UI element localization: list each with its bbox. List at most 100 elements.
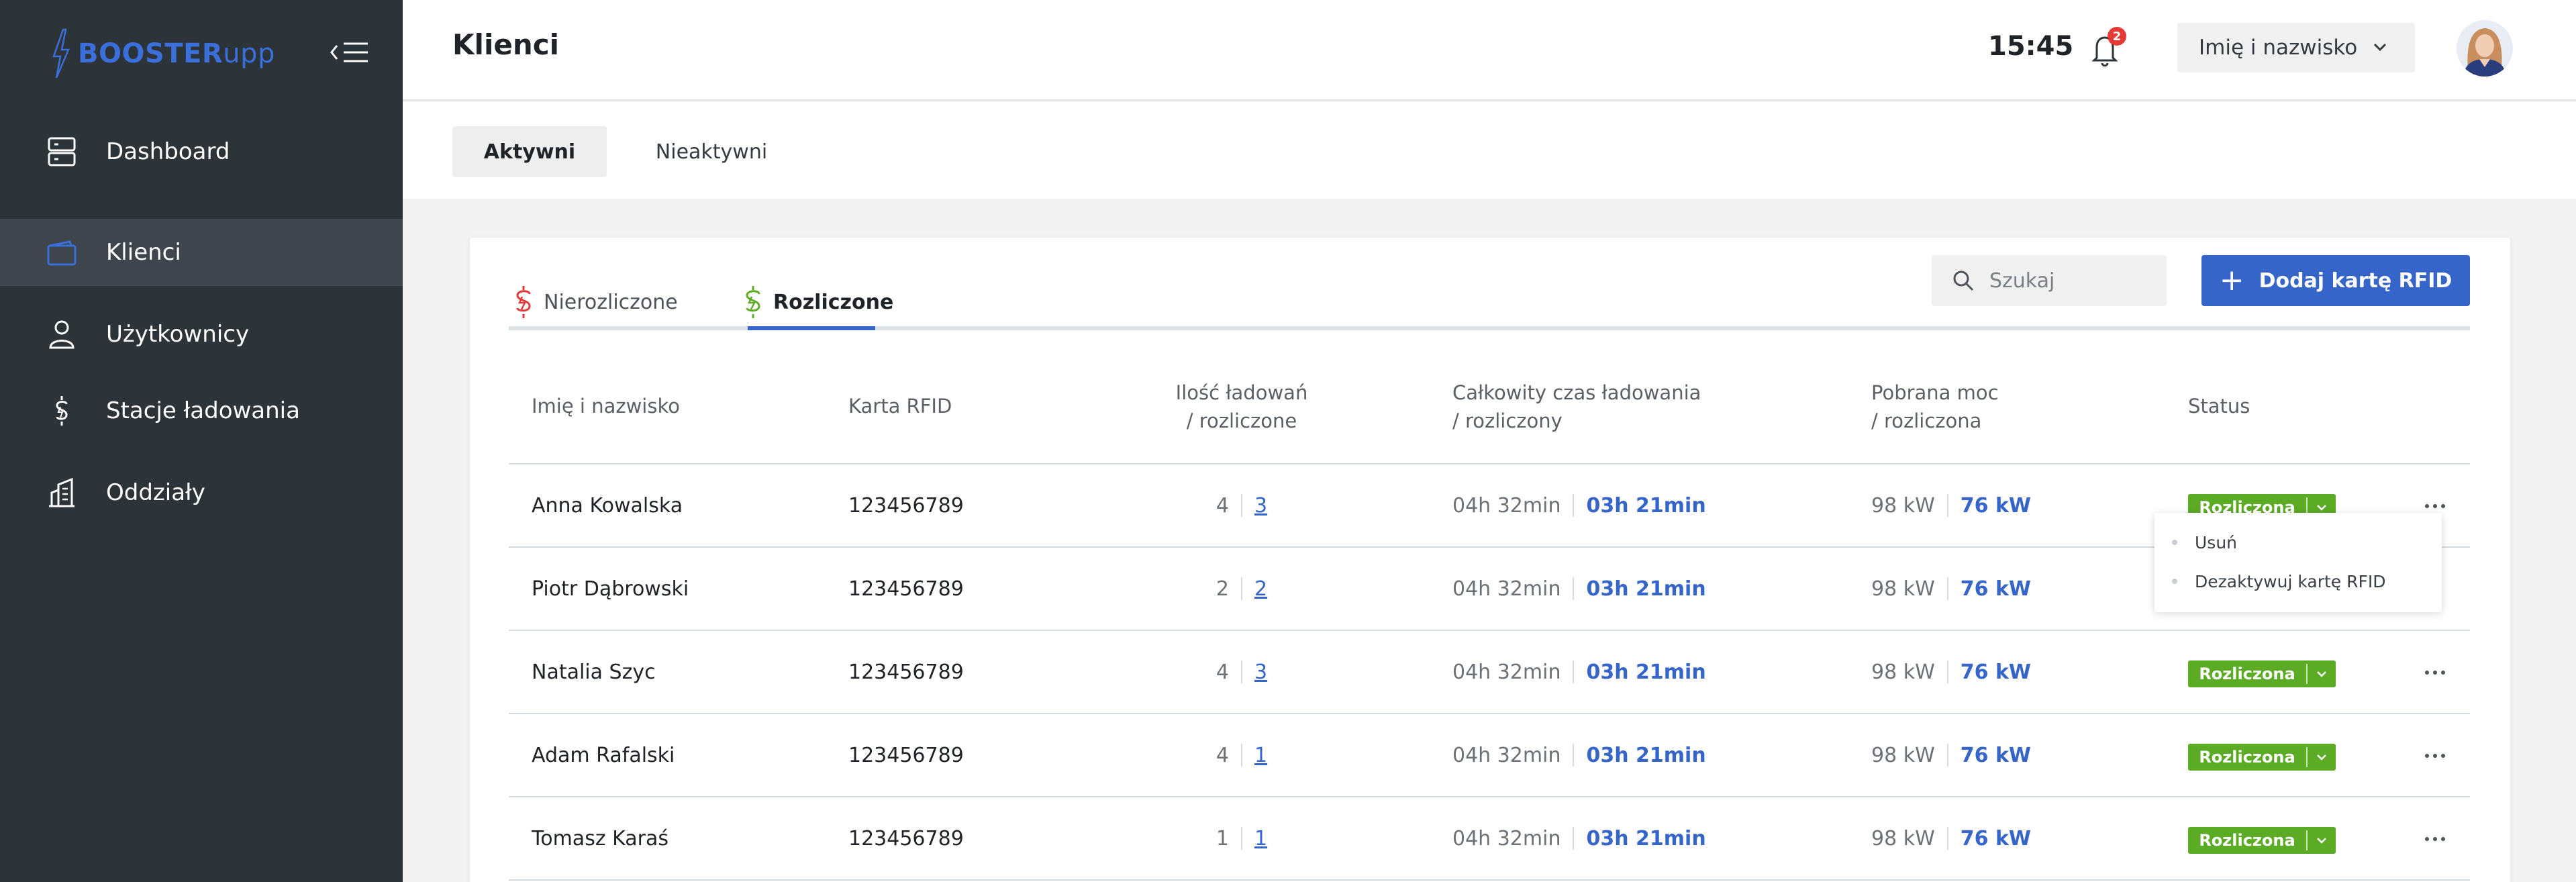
more-dot-icon (2433, 837, 2437, 841)
menu-item-label: Dezaktywuj kartę RFID (2195, 571, 2386, 591)
settled-money-icon (746, 286, 760, 318)
value-separator (1241, 494, 1242, 517)
menu-item-label: Usuń (2195, 532, 2238, 552)
value-separator (1573, 494, 1575, 517)
status-dropdown[interactable]: Rozliczona (2188, 660, 2336, 687)
user-select[interactable]: Imię i nazwisko (2177, 23, 2415, 72)
settled-charges-link[interactable]: 1 (1254, 744, 1267, 767)
status-dropdown[interactable]: Rozliczona (2188, 744, 2336, 771)
more-dot-icon (2441, 837, 2445, 841)
rfid-number: 123456789 (848, 743, 964, 767)
sidebar-item-klienci[interactable]: Klienci (0, 219, 403, 286)
sidebar-item-stacje[interactable]: Stacje ładowania (0, 377, 403, 444)
user-avatar-image (2457, 20, 2513, 77)
app-logo[interactable]: BOOSTERupp (48, 27, 275, 81)
more-dot-icon (2425, 754, 2429, 758)
search-input[interactable] (1989, 268, 2150, 293)
column-header-power: Pobrana moc / rozliczona (1871, 379, 1999, 435)
unsettled-money-icon (516, 286, 531, 318)
table-row[interactable]: Natalia Szyc 123456789 43 04h 32min 03h 2… (509, 631, 2470, 714)
wallet-icon (46, 236, 78, 268)
tab-nierozliczone[interactable]: Nierozliczone (511, 277, 678, 328)
more-dot-icon (2425, 504, 2429, 508)
settled-time: 03h 21min (1586, 493, 1706, 518)
charges-count: 41 (1141, 714, 1342, 796)
more-dot-icon (2433, 504, 2437, 508)
sub-tab-label: Rozliczone (773, 290, 894, 314)
settled-charges-link[interactable]: 3 (1254, 494, 1267, 518)
sidebar: BOOSTERupp Dashboard Klienci Użytkownicy… (0, 0, 403, 882)
table-row[interactable]: Adam Rafalski 123456789 41 04h 32min 03h … (509, 714, 2470, 797)
total-time: 04h 32min (1452, 493, 1561, 518)
power-consumed: 98 kW 76 kW (1871, 631, 2031, 713)
sidebar-item-uzytkownicy[interactable]: Użytkownicy (0, 301, 403, 368)
sidebar-item-label: Oddziały (106, 479, 205, 506)
column-header-name: Imię i nazwisko (532, 395, 680, 418)
column-header-count: Ilość ładowań / rozliczone (1141, 379, 1342, 435)
charging-station-icon (46, 395, 78, 427)
sub-tab-label: Nierozliczone (544, 290, 678, 314)
column-header-time-line1: Całkowity czas ładowania (1452, 381, 1701, 404)
add-rfid-card-button[interactable]: + Dodaj kartę RFID (2201, 255, 2470, 306)
value-separator (1573, 827, 1575, 850)
client-name: Natalia Szyc (532, 660, 656, 684)
charges-count: 43 (1141, 464, 1342, 546)
total-time: 04h 32min (1452, 660, 1561, 684)
add-button-label: Dodaj kartę RFID (2259, 268, 2453, 293)
tab-aktywni[interactable]: Aktywni (452, 126, 607, 177)
more-dot-icon (2441, 504, 2445, 508)
menu-item-deactivate-rfid[interactable]: Dezaktywuj kartę RFID (2154, 562, 2442, 600)
user-icon (46, 318, 78, 350)
bullet-icon (2172, 540, 2177, 545)
status-dropdown[interactable]: Rozliczona (2188, 827, 2336, 854)
settled-time: 03h 21min (1586, 826, 1706, 850)
search-box[interactable] (1932, 255, 2167, 306)
total-power: 98 kW (1871, 743, 1935, 767)
more-dot-icon (2441, 671, 2445, 675)
row-more-button[interactable] (2415, 826, 2455, 852)
sidebar-item-label: Użytkownicy (106, 321, 250, 348)
rfid-number: 123456789 (848, 826, 964, 850)
row-more-button[interactable] (2415, 659, 2455, 686)
row-more-button[interactable] (2415, 742, 2455, 769)
tab-nieaktywni[interactable]: Nieaktywni (638, 126, 785, 177)
total-time: 04h 32min (1452, 577, 1561, 601)
settled-charges-link[interactable]: 3 (1254, 660, 1267, 684)
value-separator (1241, 744, 1242, 767)
settled-charges-link[interactable]: 2 (1254, 577, 1267, 601)
settled-charges-link[interactable]: 1 (1254, 827, 1267, 850)
settled-power: 76 kW (1960, 743, 2031, 767)
rfid-number: 123456789 (848, 577, 964, 601)
chevron-down-icon (2308, 834, 2336, 847)
clock: 15:45 (1988, 31, 2074, 62)
search-icon (1953, 271, 1974, 291)
column-header-count-line2: / rozliczone (1186, 409, 1297, 432)
settled-power: 76 kW (1960, 577, 2031, 601)
column-header-power-line1: Pobrana moc (1871, 381, 1999, 404)
collapse-menu-icon (330, 42, 368, 62)
settled-power: 76 kW (1960, 660, 2031, 684)
total-charges: 4 (1216, 493, 1229, 518)
collapse-sidebar-button[interactable] (329, 35, 372, 70)
value-separator (1241, 577, 1242, 600)
value-separator (1573, 577, 1575, 600)
status-label: Rozliczona (2199, 665, 2295, 683)
active-tab-indicator (748, 326, 875, 330)
avatar[interactable] (2457, 20, 2513, 77)
total-time: 04h 32min (1452, 743, 1561, 767)
value-separator (1946, 827, 1948, 850)
value-separator (1573, 744, 1575, 767)
table-row[interactable]: Tomasz Karaś 123456789 11 04h 32min 03h 2… (509, 797, 2470, 881)
logo-text: BOOSTERupp (78, 38, 275, 69)
charges-count: 22 (1141, 548, 1342, 630)
sidebar-item-oddzialy[interactable]: Oddziały (0, 459, 403, 526)
tab-rozliczone[interactable]: Rozliczone (741, 277, 893, 328)
value-separator (1573, 660, 1575, 683)
bullet-icon (2172, 579, 2177, 584)
menu-item-delete[interactable]: Usuń (2154, 524, 2442, 561)
more-dot-icon (2425, 671, 2429, 675)
building-icon (46, 477, 78, 509)
sidebar-item-dashboard[interactable]: Dashboard (0, 118, 403, 185)
sidebar-item-label: Stacje ładowania (106, 397, 300, 424)
column-header-power-line2: / rozliczona (1871, 409, 1982, 432)
